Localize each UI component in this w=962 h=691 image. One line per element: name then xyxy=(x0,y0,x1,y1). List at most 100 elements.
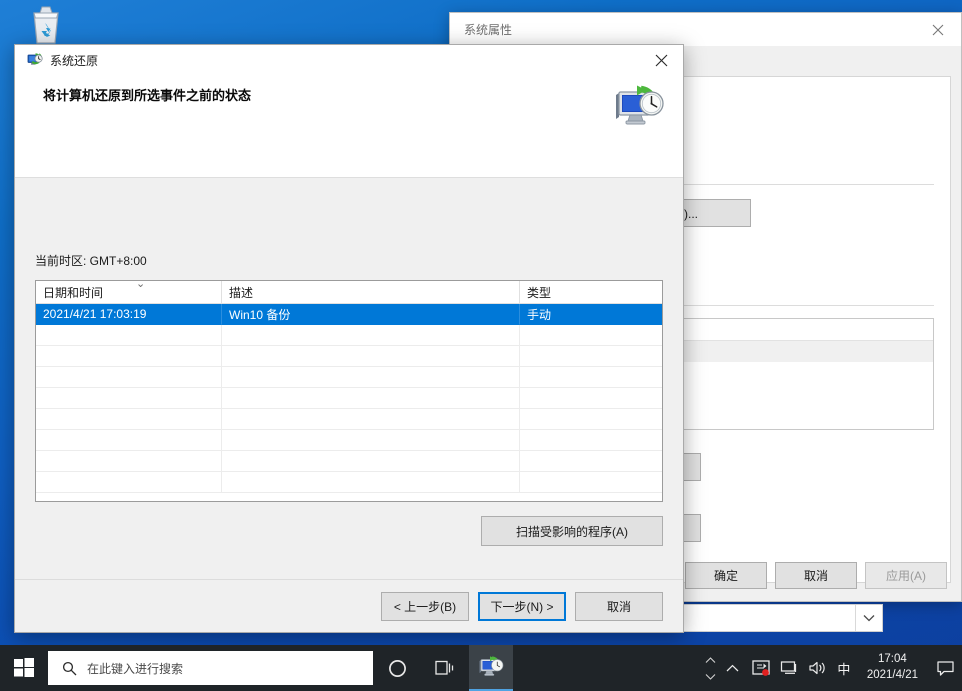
page-title: 将计算机还原到所选事件之前的状态 xyxy=(43,85,669,104)
cell-datetime: 2021/4/21 17:03:19 xyxy=(36,304,222,325)
back-button[interactable]: < 上一步(B) xyxy=(381,592,469,621)
system-restore-large-icon xyxy=(613,83,665,136)
table-row-empty[interactable] xyxy=(36,346,662,367)
system-restore-header: 将计算机还原到所选事件之前的状态 xyxy=(15,75,683,177)
next-button[interactable]: 下一步(N) > xyxy=(478,592,566,621)
ime-indicator[interactable]: 中 xyxy=(831,659,857,678)
cell-empty xyxy=(36,325,222,346)
cell-empty xyxy=(222,346,520,367)
task-view-button[interactable] xyxy=(421,645,469,691)
chevron-down-icon: ⌄ xyxy=(136,280,145,290)
cell-empty xyxy=(222,325,520,346)
network-icon xyxy=(780,660,798,676)
cell-empty xyxy=(36,451,222,472)
screen-capture-icon xyxy=(752,659,770,677)
windows-start-icon xyxy=(14,658,34,678)
screen-capture-tray-icon[interactable] xyxy=(747,659,775,677)
taskbar-app-system-restore[interactable] xyxy=(469,645,513,691)
ok-button[interactable]: 确定 xyxy=(685,562,767,589)
system-restore-title-icon xyxy=(27,52,43,68)
cell-empty xyxy=(520,367,662,388)
table-row-empty[interactable] xyxy=(36,451,662,472)
cell-empty xyxy=(222,430,520,451)
system-restore-title: 系统还原 xyxy=(43,52,98,69)
close-icon xyxy=(655,54,668,67)
system-properties-title: 系统属性 xyxy=(450,21,512,38)
table-row[interactable]: 2021/4/21 17:03:19 Win10 备份 手动 xyxy=(36,304,662,325)
column-header-description[interactable]: 描述 xyxy=(222,281,520,303)
search-icon xyxy=(62,661,77,676)
cancel-button[interactable]: 取消 xyxy=(575,592,663,621)
system-restore-icon xyxy=(613,83,665,131)
system-restore-dialog[interactable]: 系统还原 将计算机还原到所选事件之前的状态 xyxy=(14,44,684,633)
cell-empty xyxy=(520,451,662,472)
cell-empty xyxy=(520,430,662,451)
system-restore-icon xyxy=(27,52,43,68)
system-properties-titlebar: 系统属性 xyxy=(450,13,961,47)
restore-points-table[interactable]: 日期和时间 ⌄ 描述 类型 2021/4/21 17:03:19 Win10 备… xyxy=(35,280,663,502)
cell-empty xyxy=(36,388,222,409)
clock-date: 2021/4/21 xyxy=(867,668,918,684)
system-restore-close-button[interactable] xyxy=(639,45,683,75)
task-view-icon xyxy=(435,659,455,677)
tray-scroll-arrows[interactable] xyxy=(703,645,719,691)
cell-empty xyxy=(222,409,520,430)
clock-time: 17:04 xyxy=(867,652,918,668)
desktop-icon-recycle-bin[interactable] xyxy=(14,4,78,48)
table-row-empty[interactable] xyxy=(36,472,662,493)
cell-type: 手动 xyxy=(520,304,662,325)
cell-empty xyxy=(36,430,222,451)
chevron-up-icon xyxy=(726,664,739,673)
network-tray-icon[interactable] xyxy=(775,660,803,676)
show-hidden-icons-button[interactable] xyxy=(719,664,747,673)
table-row-empty[interactable] xyxy=(36,388,662,409)
notification-center-button[interactable] xyxy=(928,661,962,676)
taskbar: 在此键入进行搜索 xyxy=(0,645,962,691)
system-restore-icon xyxy=(478,655,504,679)
background-window-dropdown[interactable] xyxy=(855,605,882,631)
cell-empty xyxy=(36,472,222,493)
column-header-datetime[interactable]: 日期和时间 ⌄ xyxy=(36,281,222,303)
notification-icon xyxy=(937,661,954,676)
chevron-up-icon xyxy=(705,657,716,664)
system-restore-footer: < 上一步(B) 下一步(N) > 取消 xyxy=(15,579,683,632)
column-header-type[interactable]: 类型 xyxy=(520,281,662,303)
cell-empty xyxy=(222,472,520,493)
scan-row: 扫描受影响的程序(A) xyxy=(35,516,663,546)
table-header-row: 日期和时间 ⌄ 描述 类型 xyxy=(36,281,662,304)
search-placeholder: 在此键入进行搜索 xyxy=(87,660,183,677)
cancel-button[interactable]: 取消 xyxy=(775,562,857,589)
cortana-circle-icon xyxy=(388,659,407,678)
start-button[interactable] xyxy=(0,645,48,691)
table-row-empty[interactable] xyxy=(36,409,662,430)
table-empty-rows xyxy=(36,325,662,493)
volume-icon xyxy=(808,660,826,676)
clock[interactable]: 17:04 2021/4/21 xyxy=(857,652,928,683)
chevron-down-icon xyxy=(863,614,875,622)
cell-empty xyxy=(520,346,662,367)
cell-empty xyxy=(520,472,662,493)
cell-empty xyxy=(520,388,662,409)
close-icon xyxy=(932,24,944,36)
system-properties-close-button[interactable] xyxy=(915,13,961,47)
cortana-button[interactable] xyxy=(373,645,421,691)
recycle-bin-icon xyxy=(24,4,68,48)
table-row-empty[interactable] xyxy=(36,367,662,388)
cell-empty xyxy=(36,346,222,367)
cell-empty xyxy=(520,325,662,346)
table-row-empty[interactable] xyxy=(36,325,662,346)
cell-empty xyxy=(36,409,222,430)
cell-description: Win10 备份 xyxy=(222,304,520,325)
table-row-empty[interactable] xyxy=(36,430,662,451)
apply-button: 应用(A) xyxy=(865,562,947,589)
cell-empty xyxy=(222,367,520,388)
chevron-down-icon xyxy=(705,673,716,680)
volume-tray-icon[interactable] xyxy=(803,660,831,676)
cell-empty xyxy=(222,388,520,409)
cell-empty xyxy=(520,409,662,430)
system-restore-body: 当前时区: GMT+8:00 日期和时间 ⌄ 描述 类型 2021/4/21 1 xyxy=(15,178,683,582)
system-restore-titlebar: 系统还原 xyxy=(15,45,683,75)
scan-affected-programs-button[interactable]: 扫描受影响的程序(A) xyxy=(481,516,663,546)
search-input[interactable]: 在此键入进行搜索 xyxy=(48,651,373,685)
cell-empty xyxy=(222,451,520,472)
